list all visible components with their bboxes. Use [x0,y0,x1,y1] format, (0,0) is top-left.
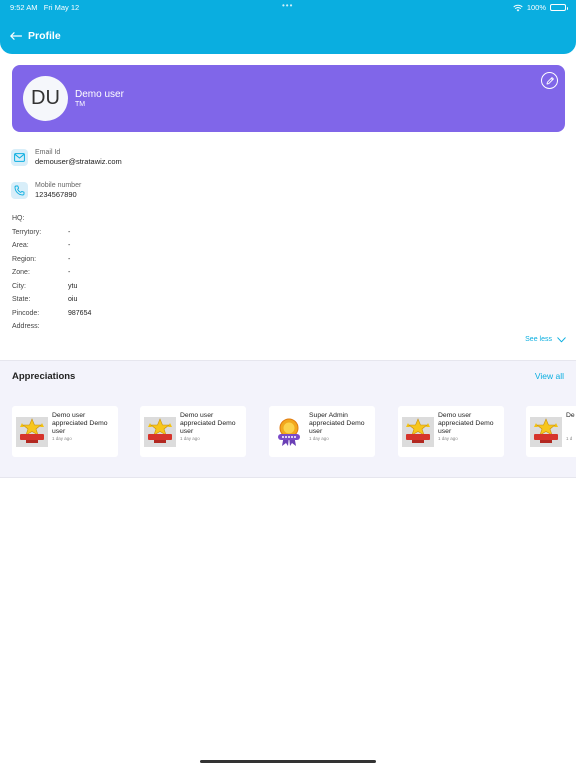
battery-percent: 100% [526,3,546,12]
detail-key: Zone: [12,269,30,276]
detail-row-area: Area: - [12,242,91,256]
stars-badge-icon [144,417,176,447]
detail-value: - [68,255,71,263]
status-right: 100% [513,3,568,12]
detail-row-city: City: ytu [12,283,91,297]
bravo-badge-icon [278,418,300,446]
email-row: Email Id demouser@stratawiz.com [11,149,122,166]
appreciation-time: 1 day ago [438,436,458,441]
appreciation-time: 1 day ago [180,436,200,441]
appreciation-text: De [566,412,575,419]
stars-badge-icon [530,417,562,447]
phone-row: Mobile number 1234567890 [11,182,81,199]
appreciation-text: Demo user appreciated Demo user [52,412,108,435]
appreciation-card[interactable]: Demo user appreciated Demo user 1 day ag… [140,406,246,457]
appreciation-time: 1 d [566,436,573,441]
appreciation-card[interactable]: De 1 d [526,406,576,457]
back-arrow-icon [10,32,22,40]
appreciation-text: Demo user appreciated Demo user [180,412,236,435]
appreciation-card[interactable]: Demo user appreciated Demo user 1 day ag… [398,406,504,457]
appreciation-card[interactable]: Demo user appreciated Demo user 1 day ag… [12,406,118,457]
home-indicator[interactable] [200,760,376,763]
detail-row-zone: Zone: - [12,269,91,283]
page-title: Profile [28,30,61,42]
details-list: HQ: Terrytory: - Area: - Region: - Zone: - C… [12,215,91,337]
appreciation-time: 1 day ago [309,436,329,441]
appreciation-text: Super Admin appreciated Demo user [309,412,365,435]
detail-value: - [68,228,71,236]
email-value: demouser@stratawiz.com [35,157,122,166]
detail-row-region: Region: - [12,256,91,270]
email-label: Email Id [35,149,61,156]
pencil-icon [546,76,554,84]
detail-row-pincode: Pincode: 987654 [12,310,91,324]
detail-key: Terrytory: [12,228,42,236]
appreciation-text: Demo user appreciated Demo user [438,412,494,435]
phone-value: 1234567890 [35,190,77,199]
phone-label: Mobile number [35,182,82,189]
user-name: Demo user [75,89,124,100]
detail-value: oiu [68,296,78,303]
avatar: DU [23,76,68,121]
appreciation-time: 1 day ago [52,436,72,441]
appreciations-section: Appreciations View all Demo user appreci… [0,360,576,478]
app-header: 9:52 AM Fri May 12 ••• 100% Profile [0,0,576,54]
appreciation-card[interactable]: Super Admin appreciated Demo user 1 day … [269,406,375,457]
edit-profile-button[interactable] [541,72,558,89]
detail-value: ytu [68,282,78,290]
detail-row-state: State: oiu [12,296,91,310]
back-button[interactable]: Profile [10,30,61,42]
mail-icon [11,149,28,166]
detail-value: - [68,242,71,249]
phone-icon [11,182,28,199]
status-bar: 9:52 AM Fri May 12 ••• 100% [0,1,576,13]
detail-row-address: Address: [12,323,91,337]
detail-value: 987654 [68,309,92,317]
status-time: 9:52 AM Fri May 12 [10,3,80,12]
user-role: TM [75,101,86,108]
detail-key: Region: [12,255,37,263]
see-less-button[interactable]: See less [525,336,566,343]
detail-key: City: [12,282,26,290]
stars-badge-icon [402,417,434,447]
detail-row-territory: Terrytory: - [12,229,91,243]
detail-value: - [68,269,71,276]
detail-key: Pincode: [12,309,40,317]
profile-card: DU Demo user TM [12,65,565,132]
multitask-dots[interactable]: ••• [282,1,293,10]
detail-key: Area: [12,242,29,249]
detail-key: Address: [12,323,40,330]
detail-key: State: [12,296,31,303]
detail-row-hq: HQ: [12,215,91,229]
stars-badge-icon [16,417,48,447]
detail-key: HQ: [12,215,25,222]
battery-icon [550,4,568,11]
chevron-down-icon [557,336,566,342]
see-less-label: See less [525,336,552,343]
view-all-link[interactable]: View all [535,371,564,381]
wifi-icon [513,4,523,11]
appreciations-title: Appreciations [12,371,76,382]
